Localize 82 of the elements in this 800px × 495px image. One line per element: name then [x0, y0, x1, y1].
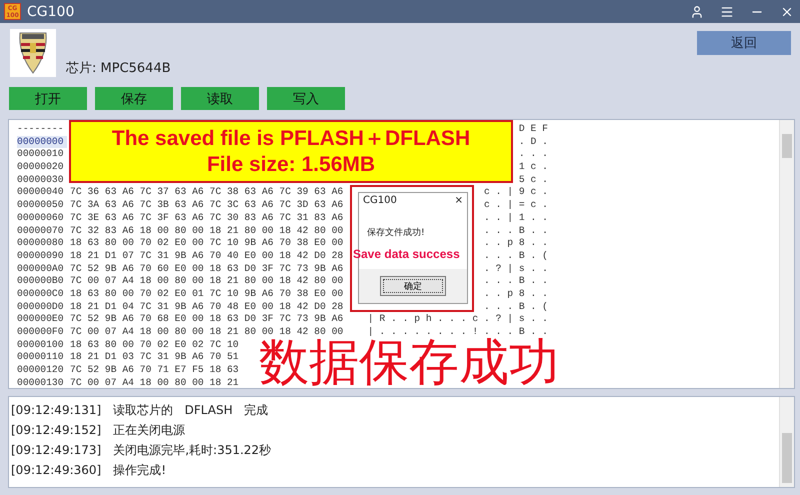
log-time: [09:12:49:131]	[11, 402, 102, 419]
hex-bytes: 7C 36 63 A6 7C 37 63 A6 7C 38 63 A6 7C 39 63 A6	[70, 186, 344, 200]
hex-ascii: | . . . . . . . . ! . . . B . .	[368, 326, 548, 338]
action-button[interactable]: 写入	[267, 87, 345, 110]
crest-logo	[10, 29, 56, 77]
hex-address: 00000100	[17, 338, 65, 352]
hex-address: 00000060	[17, 212, 65, 225]
chip-label: 芯片: MPC5644B	[66, 60, 172, 77]
ok-button[interactable]: 确定	[380, 276, 446, 296]
log-message: 读取芯片的 DFLASH 完成	[113, 402, 268, 419]
back-button[interactable]: 返回	[697, 31, 791, 55]
hex-ascii: . . | 1 . .	[484, 212, 548, 225]
log-message: 关闭电源完毕,耗时:351.22秒	[113, 442, 272, 459]
hex-address: 000000C0	[17, 288, 65, 301]
hex-bytes: 18 63 80 00 70 02 E0 02 7C 10	[70, 338, 239, 352]
action-button[interactable]: 读取	[181, 87, 259, 110]
hex-bytes: 18 21 D1 07 7C 31 9B A6 70 40 E0 00 18 42 D0 28	[70, 250, 344, 263]
hex-address: 000000F0	[17, 326, 65, 339]
hex-address: 00000020	[17, 161, 65, 174]
action-button[interactable]: 打开	[9, 87, 87, 110]
menu-icon[interactable]	[720, 4, 734, 18]
log-message: 操作完成!	[113, 462, 166, 479]
scrollbar[interactable]	[779, 120, 794, 388]
log-time: [09:12:49:152]	[11, 422, 102, 439]
hex-bytes: 7C 3E 63 A6 7C 3F 63 A6 7C 30 83 A6 7C 31 83 A6	[70, 212, 344, 225]
log-message: 正在关闭电源	[113, 422, 186, 439]
log-time: [09:12:49:360]	[11, 462, 102, 479]
hex-ascii: . . . B . .	[484, 275, 548, 288]
hex-ascii: | R . . p h . . . c . ? | s . .	[368, 313, 548, 326]
action-button[interactable]: 保存	[95, 87, 173, 110]
hex-address: 00000090	[17, 250, 65, 263]
dialog-title: CG100	[363, 195, 397, 206]
dialog-close-button[interactable]: ×	[454, 195, 463, 206]
banner-text: File size: 1.56MB	[206, 152, 376, 178]
hex-bytes: 7C 00 07 A4 18 00 80 00 18 21 80 00 18 42 80 00	[70, 326, 344, 339]
user-icon[interactable]	[690, 4, 704, 18]
hex-address: --------	[17, 123, 65, 136]
hex-address: 000000D0	[17, 300, 65, 314]
hex-address: 00000000	[17, 136, 67, 148]
hex-ascii: D E F	[518, 123, 548, 136]
hex-address: 00000050	[17, 199, 65, 212]
hex-address: 00000070	[17, 224, 65, 238]
scrollbar[interactable]	[779, 397, 794, 487]
hex-bytes: 7C 00 07 A4 18 00 80 00 18 21	[70, 376, 239, 390]
dialog-message: 保存文件成功!	[367, 226, 426, 239]
hex-ascii: . . .	[518, 148, 548, 162]
hex-address: 00000010	[17, 148, 65, 162]
hex-ascii: . . p 8 . .	[484, 288, 548, 301]
window-title: CG100	[27, 4, 76, 20]
hex-bytes: 7C 52 9B A6 70 68 E0 00 18 63 D0 3F 7C 73 9B A6	[70, 313, 344, 326]
hex-address: 00000120	[17, 364, 65, 377]
hex-ascii: c . | = c .	[484, 199, 548, 212]
hex-bytes: 7C 52 9B A6 70 60 E0 00 18 63 D0 3F 7C 73 9B A6	[70, 262, 344, 276]
hex-ascii: . . . B . .	[484, 224, 548, 238]
hex-address: 00000080	[17, 237, 65, 250]
hex-address: 00000030	[17, 174, 65, 186]
annotation-caption: 数据保存成功	[259, 336, 559, 388]
hex-ascii: . . p 8 . .	[484, 237, 548, 250]
hex-bytes: 7C 3A 63 A6 7C 3B 63 A6 7C 3C 63 A6 7C 3D 63 A6	[70, 199, 344, 212]
hex-ascii: c . | 9 c .	[484, 186, 548, 200]
hex-bytes: 7C 00 07 A4 18 00 80 00 18 21 80 00 18 42 80 00	[70, 275, 344, 288]
banner-text: The saved file is PFLASH＋DFLASH	[112, 126, 470, 152]
hex-address: 000000A0	[17, 262, 65, 276]
hex-ascii: 5 c .	[518, 174, 548, 186]
hex-ascii: . . . B . (	[484, 300, 548, 314]
hex-address: 00000130	[17, 376, 65, 390]
hex-bytes: 7C 52 9B A6 70 71 E7 F5 18 63	[70, 364, 239, 377]
hex-bytes: 18 63 80 00 70 02 E0 00 7C 10 9B A6 70 38 E0 00	[70, 237, 344, 250]
hex-address: 000000B0	[17, 275, 65, 288]
hex-bytes: 7C 32 83 A6 18 00 80 00 18 21 80 00 18 42 80 00	[70, 224, 344, 238]
hex-address: 000000E0	[17, 313, 65, 326]
hex-ascii: 1 c .	[518, 161, 548, 174]
hex-ascii: . . . B . (	[484, 250, 548, 263]
annotation-text: Save data success	[353, 247, 461, 261]
hex-bytes: 18 63 80 00 70 02 E0 01 7C 10 9B A6 70 38 E0 00	[70, 288, 344, 301]
log-time: [09:12:49:173]	[11, 442, 102, 459]
hex-address: 00000110	[17, 351, 65, 364]
hex-bytes: 18 21 D1 03 7C 31 9B A6 70 51	[70, 351, 239, 364]
hex-ascii: . ? | s . .	[484, 262, 548, 276]
hex-bytes: 18 21 D1 04 7C 31 9B A6 70 48 E0 00 18 42 D0 28	[70, 300, 344, 314]
hex-address: 00000040	[17, 186, 65, 200]
hex-ascii: . D .	[518, 136, 548, 148]
